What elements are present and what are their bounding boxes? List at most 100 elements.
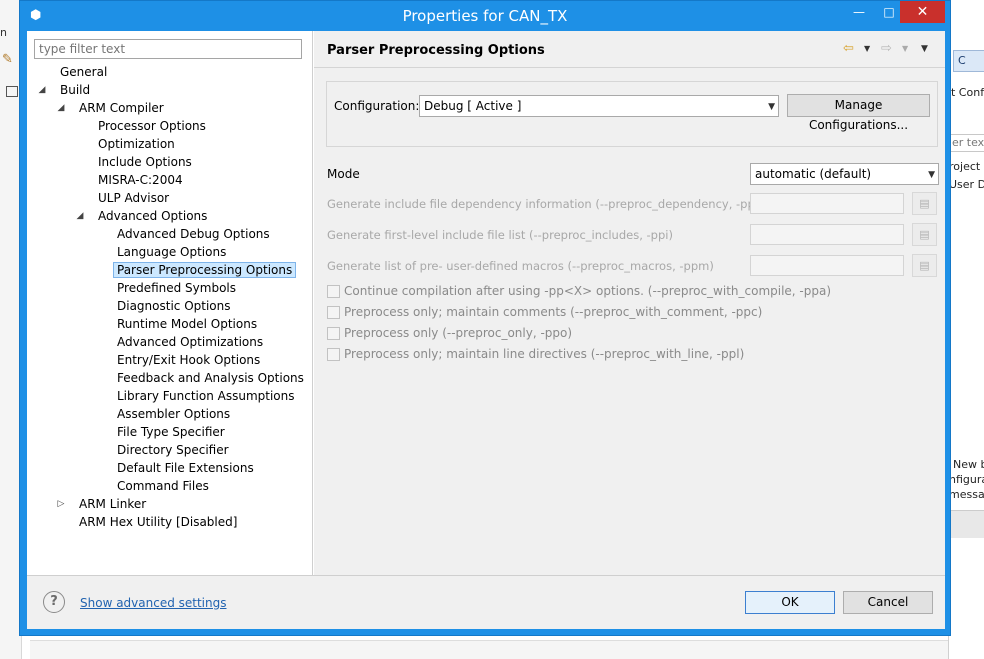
background-bottom-bar — [30, 640, 948, 659]
preproc-dependency-field[interactable] — [750, 193, 904, 214]
close-button[interactable]: ✕ — [900, 1, 945, 23]
tree-node[interactable]: Feedback and Analysis Options — [113, 369, 308, 387]
checkbox-label: Preprocess only; maintain comments (--pr… — [344, 305, 763, 319]
checkbox-box[interactable] — [327, 348, 340, 361]
tree-node[interactable]: Entry/Exit Hook Options — [113, 351, 264, 369]
title-bar[interactable]: ⬢ Properties for CAN_TX — □ ✕ — [20, 1, 950, 31]
background-right-text: roject — [949, 160, 981, 173]
tree-node-label: Language Options — [117, 245, 227, 259]
dialog-footer: ? Show advanced settings OK Cancel — [27, 575, 945, 629]
tree-node-label: ULP Advisor — [98, 191, 170, 205]
checkbox-label: Continue compilation after using -pp<X> … — [344, 284, 832, 298]
preproc-macros-field[interactable] — [750, 255, 904, 276]
expand-arrow-icon[interactable]: ▷ — [56, 495, 66, 513]
tree-node[interactable]: Predefined Symbols — [113, 279, 240, 297]
chevron-down-icon: ▼ — [768, 102, 775, 112]
checkbox-box[interactable] — [327, 327, 340, 340]
tree-node-label: Processor Options — [98, 119, 206, 133]
tree-node[interactable]: General — [56, 63, 111, 81]
checkbox-box[interactable] — [327, 306, 340, 319]
tree-node[interactable]: File Type Specifier — [113, 423, 229, 441]
forward-arrow-icon[interactable]: ⇨ — [881, 41, 892, 57]
tree-node-label: File Type Specifier — [117, 425, 225, 439]
tree-node-label: Default File Extensions — [117, 461, 254, 475]
browse-file-icon[interactable]: ▤ — [912, 223, 937, 246]
background-right-tab[interactable]: C — [953, 50, 984, 72]
tree-node-label: Optimization — [98, 137, 175, 151]
tree-node-label: ARM Compiler — [79, 101, 164, 115]
ok-button[interactable]: OK — [745, 591, 835, 614]
configuration-value: Debug [ Active ] — [424, 99, 522, 113]
tree-node[interactable]: Diagnostic Options — [113, 297, 235, 315]
filter-input[interactable] — [34, 39, 302, 59]
tree-node-label: Runtime Model Options — [117, 317, 258, 331]
back-history-dropdown-icon[interactable]: ▼ — [864, 41, 870, 57]
show-advanced-settings-link[interactable]: Show advanced settings — [80, 596, 227, 610]
tree-node-label: Predefined Symbols — [117, 281, 237, 295]
minimize-button[interactable]: — — [844, 1, 874, 23]
dialog-title: Properties for CAN_TX — [402, 7, 568, 25]
tree-node[interactable]: Advanced Debug Options — [113, 225, 274, 243]
tree-node[interactable]: Command Files — [113, 477, 213, 495]
tree-node-label: ARM Hex Utility [Disabled] — [79, 515, 238, 529]
configuration-group: Configuration: Debug [ Active ] ▼ Manage… — [326, 81, 938, 147]
window-icon[interactable] — [6, 86, 18, 97]
collapse-arrow-icon[interactable]: ◢ — [75, 207, 85, 225]
tree-node[interactable]: ◢ Advanced Options — [77, 207, 211, 225]
checkbox-label: Preprocess only; maintain line directive… — [344, 347, 745, 361]
forward-history-dropdown-icon[interactable]: ▼ — [902, 41, 908, 57]
tree-node[interactable]: ▷ ARM Linker — [58, 495, 150, 513]
tree-node-label: General — [60, 65, 108, 79]
tree-node-label: Include Options — [98, 155, 192, 169]
tree-node[interactable]: ◢ ARM Compiler — [58, 99, 168, 117]
tree-node-label: Build — [60, 83, 91, 97]
mode-select[interactable]: automatic (default) ▼ — [750, 163, 939, 185]
manage-configurations-button[interactable]: Manage Configurations... — [787, 94, 930, 132]
wrench-icon[interactable]: ✎ — [2, 52, 18, 68]
mode-label: Mode — [327, 167, 360, 181]
tree-node[interactable]: Processor Options — [94, 117, 210, 135]
tree-node-label: Advanced Debug Options — [117, 227, 270, 241]
background-filter-input[interactable]: er text — [949, 134, 984, 152]
tree-node[interactable]: ◢ Build — [39, 81, 94, 99]
tree-node-label: Library Function Assumptions — [117, 389, 295, 403]
collapse-arrow-icon[interactable]: ◢ — [37, 81, 47, 99]
tree-node[interactable]: Parser Preprocessing Options — [113, 261, 297, 279]
cancel-button[interactable]: Cancel — [843, 591, 933, 614]
tree-node[interactable]: ULP Advisor — [94, 189, 173, 207]
preproc-includes-label: Generate first-level include file list (… — [327, 228, 673, 242]
tree-node[interactable]: Assembler Options — [113, 405, 234, 423]
browse-file-icon[interactable]: ▤ — [912, 254, 937, 277]
background-right-text: messa — [949, 488, 984, 501]
properties-dialog: ⬢ Properties for CAN_TX — □ ✕ General ◢ Bu… — [19, 0, 951, 636]
tree-node[interactable]: MISRA-C:2004 — [94, 171, 187, 189]
tree-panel: General ◢ Build ◢ ARM Compiler Processor Opti… — [27, 31, 313, 575]
browse-file-icon[interactable]: ▤ — [912, 192, 937, 215]
tree-node-label: Assembler Options — [117, 407, 231, 421]
tree-node[interactable]: Optimization — [94, 135, 179, 153]
tree-node[interactable]: Default File Extensions — [113, 459, 258, 477]
page-header: Parser Preprocessing Options ⇦ ▼ ⇨ ▼ ▼ — [314, 31, 945, 68]
background-right-text: t Conf — [951, 86, 984, 99]
tree-node[interactable]: Library Function Assumptions — [113, 387, 299, 405]
tree-node[interactable]: Advanced Optimizations — [113, 333, 267, 351]
tree-node[interactable]: Runtime Model Options — [113, 315, 261, 333]
background-right-text: User De — [949, 178, 984, 191]
tree-node-label: Parser Preprocessing Options — [113, 262, 297, 278]
collapse-arrow-icon[interactable]: ◢ — [56, 99, 66, 117]
help-icon[interactable]: ? — [43, 591, 65, 613]
background-right-bar — [949, 510, 984, 538]
view-menu-icon[interactable]: ▼ — [921, 41, 928, 57]
configuration-label: Configuration: — [334, 99, 420, 113]
back-arrow-icon[interactable]: ⇦ — [843, 41, 854, 57]
background-right-panel: C t Conf er text roject User De New b nf… — [948, 0, 984, 659]
tree-node[interactable]: Directory Specifier — [113, 441, 233, 459]
tree-node[interactable]: ARM Hex Utility [Disabled] — [75, 513, 241, 531]
tree-node[interactable]: Language Options — [113, 243, 230, 261]
tree-node-label: Advanced Optimizations — [117, 335, 264, 349]
preproc-includes-field[interactable] — [750, 224, 904, 245]
preproc-dependency-label: Generate include file dependency informa… — [327, 197, 767, 211]
configuration-select[interactable]: Debug [ Active ] ▼ — [419, 95, 779, 117]
tree-node[interactable]: Include Options — [94, 153, 196, 171]
checkbox-box[interactable] — [327, 285, 340, 298]
